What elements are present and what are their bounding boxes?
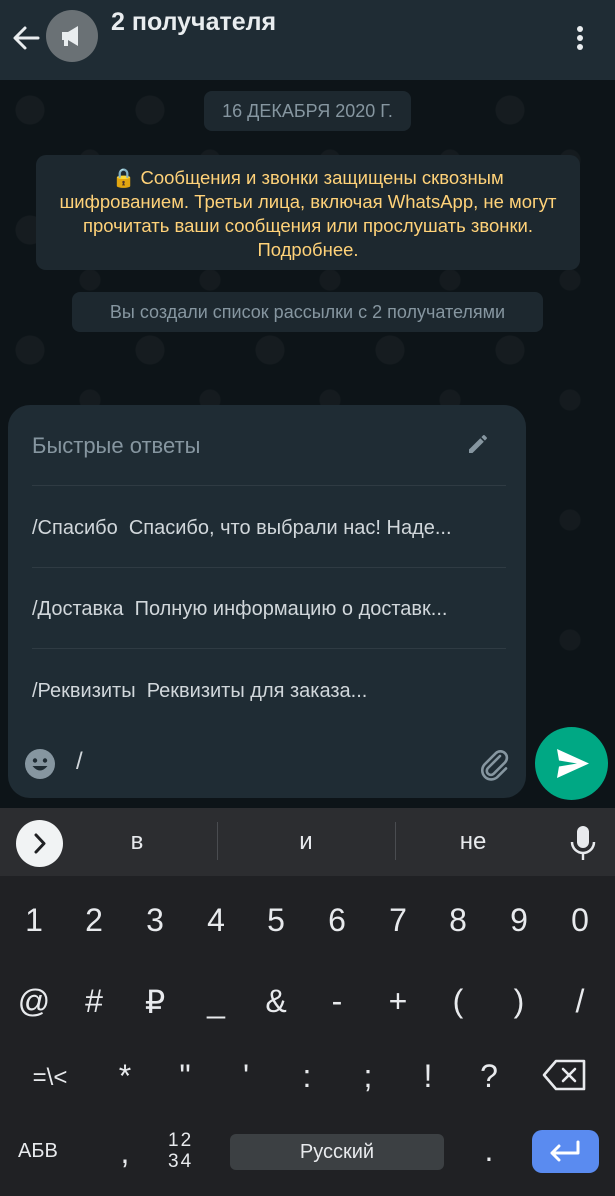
quick-replies-panel: Быстрые ответы /Спасибо Спасибо, что выб… [8, 405, 526, 798]
key-5[interactable]: 5 [246, 902, 306, 939]
quick-reply-shortcut: /Реквизиты [32, 680, 136, 702]
key-0[interactable]: 0 [550, 902, 610, 939]
key-semicolon[interactable]: ; [338, 1058, 398, 1095]
paperclip-icon[interactable] [476, 746, 512, 782]
key-period[interactable]: . [459, 1132, 519, 1169]
suggestion-word[interactable]: и [276, 828, 336, 856]
key-numpad-toggle[interactable]: 12 34 [168, 1130, 193, 1172]
chat-header: 2 получателя [0, 0, 615, 80]
soft-keyboard: в и не 1 2 3 4 5 6 7 8 9 0 @ # ₽ _ & - +… [0, 808, 615, 1196]
emoji-icon[interactable] [24, 748, 56, 780]
key-ampersand[interactable]: & [246, 983, 306, 1020]
date-chip: 16 ДЕКАБРЯ 2020 Г. [204, 91, 411, 131]
key-letters-toggle[interactable]: АБВ [18, 1140, 58, 1163]
key-ruble[interactable]: ₽ [125, 983, 185, 1021]
quick-replies-header: Быстрые ответы [32, 433, 201, 458]
key-symbols-toggle[interactable]: =\< [20, 1064, 80, 1092]
key-double-quote[interactable]: " [155, 1058, 215, 1095]
system-message: Вы создали список рассылки с 2 получател… [72, 292, 543, 332]
key-4[interactable]: 4 [186, 902, 246, 939]
quick-reply-text: Полную информацию о доставк... [134, 598, 448, 620]
quick-reply-shortcut: /Спасибо [32, 517, 118, 539]
suggestion-bar: в и не [0, 808, 615, 876]
enter-icon [550, 1140, 580, 1162]
backspace-icon[interactable] [542, 1058, 588, 1092]
divider [32, 567, 506, 568]
key-exclamation[interactable]: ! [398, 1058, 458, 1095]
key-3[interactable]: 3 [125, 902, 185, 939]
key-underscore[interactable]: _ [186, 983, 246, 1020]
enter-key[interactable] [532, 1130, 599, 1173]
quick-reply-text: Реквизиты для заказа... [146, 680, 368, 702]
more-vertical-icon[interactable] [565, 20, 595, 56]
microphone-icon[interactable] [566, 824, 600, 862]
key-1[interactable]: 1 [4, 902, 64, 939]
key-7[interactable]: 7 [368, 902, 428, 939]
divider [395, 822, 396, 860]
quick-reply-item[interactable]: /Доставка Полную информацию о доставк... [32, 598, 506, 621]
key-asterisk[interactable]: * [95, 1058, 155, 1095]
key-slash[interactable]: / [550, 983, 610, 1020]
chevron-right-icon [34, 833, 46, 854]
quick-reply-text: Спасибо, что выбрали нас! Наде... [128, 517, 452, 539]
encryption-notice[interactable]: 🔒 Сообщения и звонки защищены сквозным ш… [36, 155, 580, 270]
key-comma[interactable]: , [95, 1134, 155, 1171]
arrow-left-icon[interactable] [8, 20, 44, 56]
key-open-paren[interactable]: ( [428, 983, 488, 1020]
divider [217, 822, 218, 860]
expand-toolbar-button[interactable] [16, 820, 63, 867]
send-button[interactable] [535, 727, 608, 800]
quick-reply-item[interactable]: /Реквизиты Реквизиты для заказа... [32, 680, 506, 703]
key-hash[interactable]: # [64, 983, 124, 1020]
space-key[interactable]: Русский [230, 1134, 444, 1170]
send-icon [557, 749, 589, 778]
megaphone-icon [62, 26, 78, 46]
broadcast-avatar[interactable] [46, 10, 98, 62]
chat-title[interactable]: 2 получателя [111, 8, 276, 37]
key-apostrophe[interactable]: ' [216, 1058, 276, 1095]
divider [32, 485, 506, 486]
key-6[interactable]: 6 [307, 902, 367, 939]
message-input[interactable]: / [76, 748, 83, 776]
key-minus[interactable]: - [307, 983, 367, 1020]
suggestion-word[interactable]: в [107, 828, 167, 856]
key-2[interactable]: 2 [64, 902, 124, 939]
pencil-icon[interactable] [466, 432, 490, 456]
key-colon[interactable]: : [277, 1058, 337, 1095]
key-close-paren[interactable]: ) [489, 983, 549, 1020]
key-plus[interactable]: + [368, 983, 428, 1020]
quick-reply-item[interactable]: /Спасибо Спасибо, что выбрали нас! Наде.… [32, 517, 506, 540]
key-question[interactable]: ? [459, 1058, 519, 1095]
key-8[interactable]: 8 [428, 902, 488, 939]
key-at[interactable]: @ [4, 983, 64, 1020]
numpad-toggle-bottom: 34 [168, 1151, 194, 1172]
numpad-toggle-top: 12 [168, 1130, 194, 1151]
quick-reply-shortcut: /Доставка [32, 598, 124, 620]
suggestion-word[interactable]: не [443, 828, 503, 856]
key-9[interactable]: 9 [489, 902, 549, 939]
divider [32, 648, 506, 649]
